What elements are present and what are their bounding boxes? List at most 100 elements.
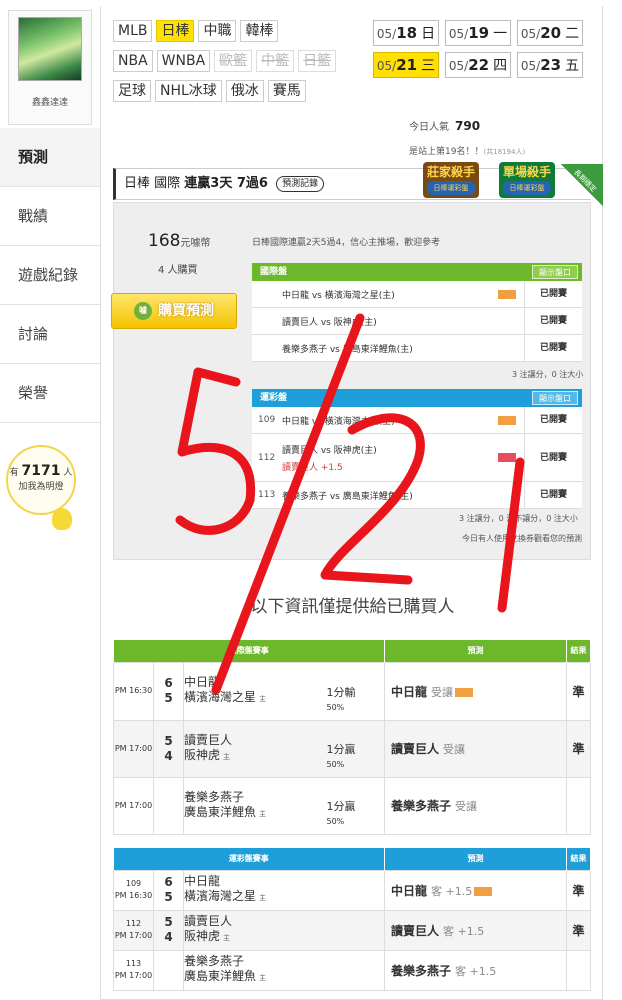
odds-line: 1分輸 [326,685,356,699]
buy-prediction-button[interactable]: 噱購買預測 [111,293,237,329]
game-time: 113 PM 17:00 [113,949,154,991]
league-tab[interactable]: NHL冰球 [155,80,222,102]
mini-row: 讀賣巨人 vs 阪神虎(主) 已開賽 [252,308,582,335]
game-number: 113 [125,959,142,968]
league-tab[interactable]: 韓棒 [240,20,279,42]
teams: 養樂多燕子 廣島東洋鯉魚主 [183,949,385,991]
main-content: MLB 日棒 中職 韓棒 NBA WNBA 歐籃 中籃 日籃 足球 NHL冰球 俄冰 賽馬 05/1… [100,6,603,1000]
show-odds-button[interactable]: 顯示盤口 [532,391,578,405]
popularity: 今日人氣 790 [409,118,480,133]
mini-row: 113 養樂多燕子 vs 廣島東洋鯉魚(主) 已開賽 [252,482,582,509]
match-teams: 讀賣巨人 vs 阪神虎(主) [282,445,377,456]
team-away: 中日龍 [184,675,221,689]
table-row: PM 17:00 5 4 讀賣巨人 阪神虎主 1分贏 50% 讀賣巨人 受讓準 [113,719,591,778]
table-row: 109 PM 16:30 6 5 中日龍 橫濱海灣之星主中日龍客 +1.5 準 [113,869,591,911]
pred-team: 中日龍 [391,883,428,898]
result: 準 [566,869,591,911]
result: 準 [566,719,591,778]
pred-sub: 客 +1.5 [431,884,473,898]
teams: 讀賣巨人 阪神虎主 [183,909,385,951]
home-marker: 主 [259,809,267,818]
pick-tag-icon [474,886,493,896]
date-month: 05/ [376,27,397,41]
date-button[interactable]: 05/19 一 [445,20,511,46]
title-streak: 連贏3天 7過6 [184,176,268,191]
buyers-only-message: 以下資訊僅提供給已購買人 [250,597,455,617]
score: 65 [153,869,184,911]
sport-mini-table: 運彩盤 顯示盤口 109 中日龍 vs 橫濱海灣之星(主) 已開賽 112 讀賣巨人 v… [252,389,582,509]
game-time: 109 PM 16:30 [113,869,154,911]
league-tab[interactable]: 賽馬 [267,80,306,102]
team-home-name: 廣島東洋鯉魚 [184,969,257,983]
mini-row: 109 中日龍 vs 橫濱海灣之星(主) 已開賽 [252,407,582,434]
score-away: 6 [164,875,173,889]
date-button[interactable]: 05/20 二 [517,20,583,46]
score-away: 5 [164,733,173,748]
league-tab[interactable]: 俄冰 [225,80,264,102]
pred-sub: 受讓 [431,685,454,699]
game-number: 112 [258,452,276,463]
result: 準 [566,661,591,721]
side-menu-item[interactable]: 遊戲紀錄 [0,246,100,305]
date-button[interactable]: 05/22 四 [445,52,511,78]
prediction-panel: 168元噱幣 4 人購買 噱購買預測 日棒國際連贏2天5過4，信心主推場，歡迎參… [111,202,591,560]
match-name: 中日龍 vs 橫濱海灣之星(主) [282,288,498,301]
sport-note: 3 注讓分，0 注不讓分，0 注大小 [459,514,578,523]
table-row: 113 PM 17:00 養樂多燕子 廣島東洋鯉魚主養樂多燕子客 +1.5 [113,949,591,991]
side-menu-item[interactable]: 戰績 [0,187,100,246]
league-tab[interactable]: 中職 [198,20,237,42]
intl-mini-title: 國際盤 [260,267,288,277]
league-tab[interactable]: WNBA [156,50,211,72]
date-button[interactable]: 05/23 五 [517,52,583,78]
avatar[interactable] [18,17,82,81]
date-button[interactable]: 05/21 三 [373,52,439,78]
league-tab[interactable]: 足球 [113,80,151,102]
odds: 1分輸 50% [326,661,385,721]
match-name: 讀賣巨人 vs 阪神虎(主) 讀賣巨人 +1.5 [282,443,498,473]
team-home-name: 橫濱海灣之星 [184,889,257,903]
league-tab[interactable]: 日棒 [156,20,195,42]
show-odds-button[interactable]: 顯示盤口 [532,265,578,279]
team-away: 讀賣巨人 [184,914,233,928]
popular-value: 790 [455,119,481,133]
buyer-count: 4 人購買 [158,265,198,276]
pred-team: 養樂多燕子 [391,799,452,813]
pred-team: 讀賣巨人 [391,742,440,756]
date-button[interactable]: 05/18 日 [373,20,439,46]
date-month: 05/ [520,27,541,41]
pred-team: 中日龍 [391,684,428,699]
odds: 1分贏 50% [326,719,385,778]
score [153,949,184,991]
fan-badge[interactable]: 有 7171 人 加我為明燈 [6,445,76,515]
handicap-pick: 讀賣巨人 +1.5 [282,462,343,473]
date-month: 05/ [448,27,469,41]
side-menu: 預測 戰績 遊戲紀錄 討論 榮譽 [0,128,100,423]
league-tab[interactable]: NBA [113,50,153,72]
team-home: 橫濱海灣之星主 [184,889,384,906]
sport-results-table: 運彩盤賽事 預測 結果 109 PM 16:30 6 5 中日龍 橫濱海灣之星主中日龍客 … [113,848,591,991]
game-status: 已開賽 [524,308,582,334]
team-home: 阪神虎主 [184,748,327,765]
team-home-name: 橫濱海灣之星 [184,690,257,704]
game-status: 已開賽 [524,407,582,433]
title-league: 日棒 國際 [124,176,181,191]
match-teams: 讀賣巨人 vs 阪神虎(主) [282,317,377,328]
prediction: 中日龍 受讓 [384,661,567,721]
league-row-2: NBA WNBA 歐籃 中籃 日籃 [113,50,337,72]
score [153,776,184,835]
user-card[interactable]: 鑫鑫達達 [8,10,92,125]
league-tab[interactable]: MLB [113,20,153,42]
match-teams: 養樂多燕子 vs 廣島東洋鯉魚(主) [282,344,413,355]
mini-row: 112 讀賣巨人 vs 阪神虎(主) 讀賣巨人 +1.5 已開賽 [252,434,582,482]
date-day: 20 [540,24,562,42]
score: 54 [153,909,184,951]
home-marker: 主 [259,894,267,902]
pred-team: 讀賣巨人 [391,923,440,938]
pick-tag-icon [455,687,474,697]
pick-tag-icon [498,415,516,425]
side-menu-item[interactable]: 討論 [0,305,100,364]
prediction-record-button[interactable]: 預測記錄 [276,175,325,192]
side-menu-item[interactable]: 預測 [0,128,100,187]
side-menu-item[interactable]: 榮譽 [0,364,100,423]
buy-button-label: 購買預測 [158,303,214,319]
